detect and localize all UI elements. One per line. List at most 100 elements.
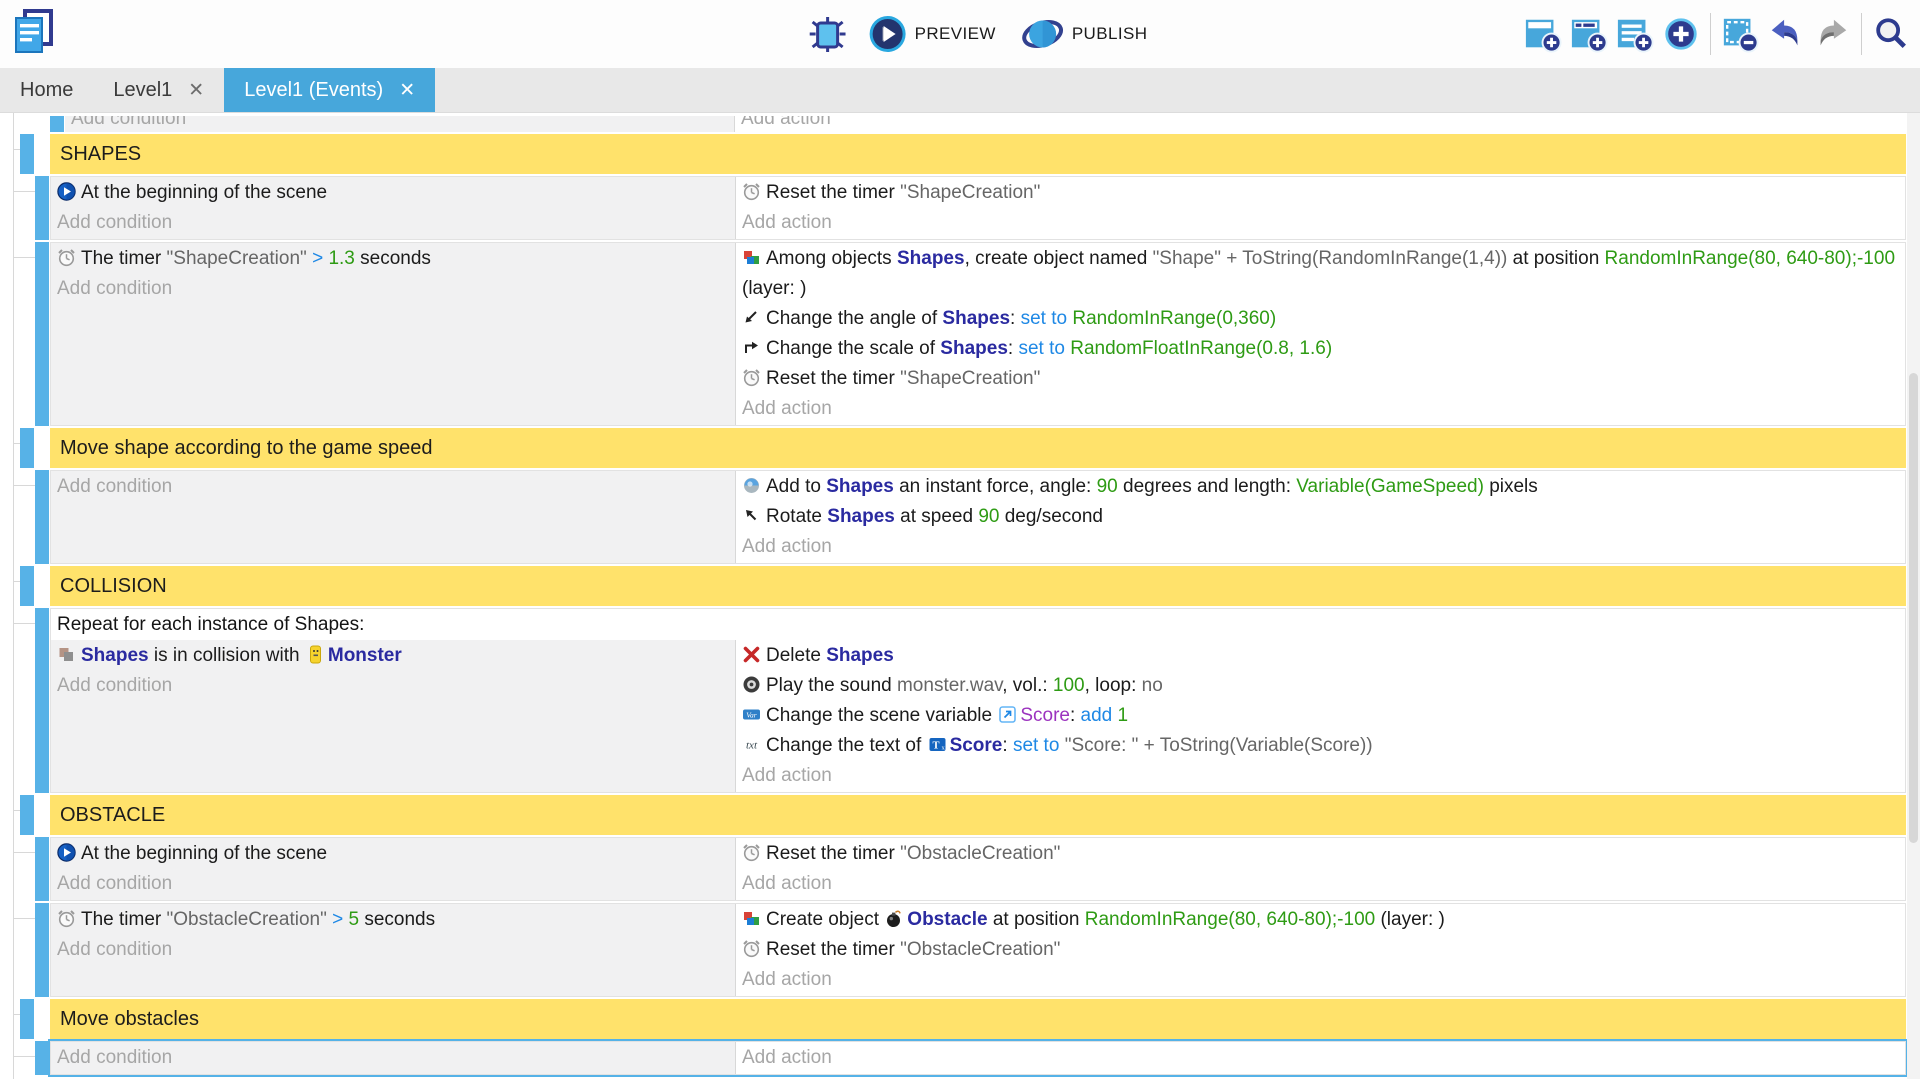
actions-cell[interactable]: Delete ShapesPlay the sound monster.wav,… — [736, 640, 1905, 792]
event-block: Add conditionAdd action — [50, 116, 1906, 132]
timer-icon — [742, 843, 761, 862]
event-selection-bar[interactable] — [35, 176, 49, 240]
add-condition-button[interactable]: Add condition — [51, 935, 735, 965]
repeat-for-each-header[interactable]: Repeat for each instance of Shapes: — [51, 609, 1905, 640]
group-header[interactable]: OBSTACLE — [50, 795, 1906, 835]
event-selection-bar[interactable] — [20, 134, 34, 174]
debugger-button[interactable] — [805, 6, 851, 62]
add-condition-button[interactable]: Add condition — [51, 472, 735, 502]
conditions-cell[interactable]: At the beginning of the sceneAdd conditi… — [51, 177, 736, 239]
conditions-cell[interactable]: The timer "ObstacleCreation" > 5 seconds… — [51, 904, 736, 996]
group-header[interactable]: Move obstacles — [50, 999, 1906, 1039]
actions-cell[interactable]: Add action — [736, 1042, 1905, 1074]
condition-line[interactable]: The timer "ShapeCreation" > 1.3 seconds — [51, 244, 735, 274]
condition-line[interactable]: The timer "ObstacleCreation" > 5 seconds — [51, 905, 735, 935]
action-line[interactable]: Delete Shapes — [736, 641, 1905, 671]
actions-cell[interactable]: Add to Shapes an instant force, angle: 9… — [736, 471, 1905, 563]
add-action-button[interactable]: Add action — [736, 761, 1905, 791]
tab-close-icon[interactable]: ✕ — [399, 79, 415, 102]
vertical-scrollbar[interactable] — [1907, 113, 1920, 1079]
event-body: At the beginning of the sceneAdd conditi… — [50, 176, 1906, 240]
add-action-button[interactable]: Add action — [736, 394, 1905, 424]
conditions-cell[interactable]: The timer "ShapeCreation" > 1.3 secondsA… — [51, 243, 736, 425]
condition-line[interactable]: Shapes is in collision with Monster — [51, 641, 735, 671]
add-condition-button[interactable]: Add condition — [51, 208, 735, 238]
event-selection-bar[interactable] — [20, 428, 34, 468]
action-line[interactable]: VarChange the scene variable Score: add … — [736, 701, 1905, 731]
add-comment-button[interactable] — [1612, 6, 1658, 62]
event-body: Add conditionAdd action — [65, 116, 1906, 132]
event-selection-bar[interactable] — [20, 999, 34, 1039]
action-line[interactable]: Reset the timer "ShapeCreation" — [736, 178, 1905, 208]
group-header[interactable]: SHAPES — [50, 134, 1906, 174]
event-selection-bar[interactable] — [50, 116, 64, 132]
action-line[interactable]: Among objects Shapes, create object name… — [736, 244, 1905, 304]
event-selection-bar[interactable] — [35, 903, 49, 997]
event-selection-bar[interactable] — [20, 795, 34, 835]
condition-line[interactable]: At the beginning of the scene — [51, 839, 735, 869]
add-condition-button[interactable]: Add condition — [51, 671, 735, 701]
action-line[interactable]: Create object Obstacle at position Rando… — [736, 905, 1905, 935]
text: Reset the timer — [766, 182, 900, 203]
action-line[interactable]: Reset the timer "ObstacleCreation" — [736, 839, 1905, 869]
text: Reset the timer — [766, 368, 900, 389]
event-selection-bar[interactable] — [35, 1041, 49, 1075]
action-line[interactable]: Play the sound monster.wav, vol.: 100, l… — [736, 671, 1905, 701]
search-button[interactable] — [1868, 6, 1914, 62]
app-logo-icon[interactable] — [10, 8, 58, 58]
actions-cell[interactable]: Reset the timer "ObstacleCreation"Add ac… — [736, 838, 1905, 900]
action-line[interactable]: Add to Shapes an instant force, angle: 9… — [736, 472, 1905, 502]
action-line[interactable]: Reset the timer "ObstacleCreation" — [736, 935, 1905, 965]
add-action-button[interactable]: Add action — [735, 116, 1906, 132]
add-action-button[interactable]: Add action — [736, 208, 1905, 238]
action-line[interactable]: txtChange the text of TxScore: set to "S… — [736, 731, 1905, 761]
condition-line[interactable]: At the beginning of the scene — [51, 178, 735, 208]
action-line[interactable]: Change the angle of Shapes: set to Rando… — [736, 304, 1905, 334]
add-action-button[interactable]: Add action — [736, 965, 1905, 995]
add-condition-button[interactable]: Add condition — [51, 274, 735, 304]
event-selection-bar[interactable] — [20, 566, 34, 606]
actions-cell[interactable]: Create object Obstacle at position Rando… — [736, 904, 1905, 996]
action-line[interactable]: Change the scale of Shapes: set to Rando… — [736, 334, 1905, 364]
conditions-cell[interactable]: Shapes is in collision with MonsterAdd c… — [51, 640, 736, 792]
group-header[interactable]: Move shape according to the game speed — [50, 428, 1906, 468]
tab-close-icon[interactable]: ✕ — [188, 79, 204, 102]
action-line[interactable]: Rotate Shapes at speed 90 deg/second — [736, 502, 1905, 532]
add-sub-event-button[interactable] — [1566, 6, 1612, 62]
actions-cell[interactable]: Add action — [735, 116, 1906, 132]
string-literal: "Shape" + ToString(RandomInRange(1,4)) — [1153, 248, 1508, 269]
event-selection-bar[interactable] — [35, 608, 49, 793]
redo-button[interactable] — [1809, 6, 1855, 62]
actions-cell[interactable]: Reset the timer "ShapeCreation"Add actio… — [736, 177, 1905, 239]
tree-guide-stub — [13, 485, 35, 486]
event-selection-bar[interactable] — [35, 470, 49, 564]
action-line[interactable]: Reset the timer "ShapeCreation" — [736, 364, 1905, 394]
add-action-button[interactable]: Add action — [736, 869, 1905, 899]
add-condition-button[interactable]: Add condition — [51, 1043, 735, 1073]
conditions-cell[interactable]: At the beginning of the sceneAdd conditi… — [51, 838, 736, 900]
event-selection-bar[interactable] — [35, 242, 49, 426]
event-selection-bar[interactable] — [35, 837, 49, 901]
add-extra-button[interactable] — [1658, 6, 1704, 62]
add-condition-button[interactable]: Add condition — [51, 869, 735, 899]
undo-button[interactable] — [1763, 6, 1809, 62]
delete-selection-button[interactable] — [1717, 6, 1763, 62]
collision-icon — [57, 645, 76, 664]
add-action-button[interactable]: Add action — [736, 1043, 1905, 1073]
group-header[interactable]: COLLISION — [50, 566, 1906, 606]
text: seconds — [359, 909, 435, 930]
preview-button[interactable]: PREVIEW — [861, 4, 1004, 64]
tab-home[interactable]: Home — [0, 68, 93, 112]
add-action-button[interactable]: Add action — [736, 532, 1905, 562]
add-condition-button[interactable]: Add condition — [65, 116, 734, 132]
add-event-button[interactable] — [1520, 6, 1566, 62]
actions-cell[interactable]: Among objects Shapes, create object name… — [736, 243, 1905, 425]
conditions-cell[interactable]: Add condition — [65, 116, 735, 132]
conditions-cell[interactable]: Add condition — [51, 1042, 736, 1074]
tab-level1[interactable]: Level1✕ — [93, 68, 224, 112]
scrollbar-thumb[interactable] — [1909, 373, 1918, 843]
publish-button[interactable]: PUBLISH — [1014, 4, 1156, 64]
event-cells: At the beginning of the sceneAdd conditi… — [51, 177, 1905, 239]
conditions-cell[interactable]: Add condition — [51, 471, 736, 563]
tab-level1-events[interactable]: Level1 (Events)✕ — [224, 68, 435, 112]
